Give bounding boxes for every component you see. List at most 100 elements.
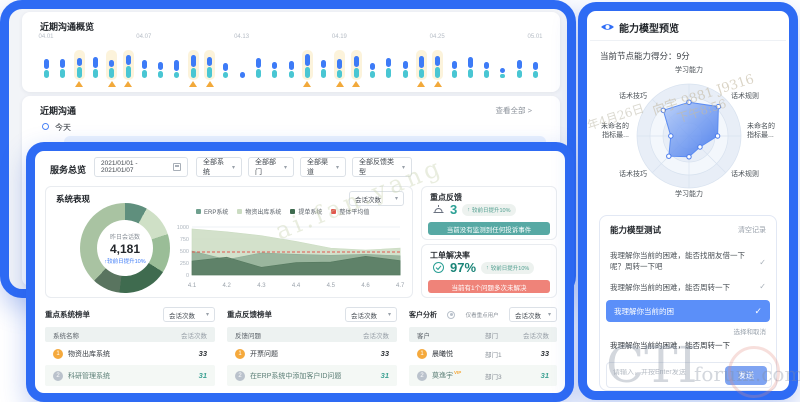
table-row[interactable]: 1 开票问题 33: [227, 343, 397, 364]
test-option[interactable]: 我理解你当前的困难，能否周转一下: [610, 282, 752, 293]
chart-legend: ERP系统 物资出库系统 提单系统 整体平均值: [196, 207, 406, 216]
chat-input-box: 发送: [606, 362, 772, 388]
customer-analysis-table: 客户分析 仅看重点用户 会话次数▾ 客户 部门 会话次数 1 晨曦悦 部门1 3…: [409, 306, 557, 386]
filter-department[interactable]: 全部部门▾: [248, 157, 294, 177]
radar-label: 话术技巧: [603, 171, 647, 180]
chat-input[interactable]: [613, 369, 721, 376]
svg-text:250: 250: [180, 261, 189, 267]
table-metric-select[interactable]: 会话次数▾: [163, 307, 215, 322]
divider: [590, 40, 786, 41]
calendar-icon: [173, 163, 181, 171]
key-users-toggle[interactable]: [447, 311, 455, 319]
system-area-chart: 025050075010004.14.24.34.44.54.64.7: [174, 221, 410, 293]
eye-icon: [600, 20, 615, 38]
service-window-frame: 服务总览 2021/01/01 - 2021/01/07 全部系统▾ 全部部门▾…: [26, 142, 574, 402]
communication-overview-card: 近期沟通概览 04.0104.0704.1304.1904.2505.01: [22, 12, 560, 92]
key-feedback-table: 重点反馈榜单 会话次数▾ 反馈问题 会话次数 1 开票问题 33 2 在ERP系…: [227, 306, 397, 386]
radar-label: 话术技巧: [603, 93, 647, 102]
overview-title: 近期沟通概览: [40, 20, 94, 33]
donut-center-delta: ↑较前日提升10%: [104, 257, 145, 265]
recent-title: 近期沟通: [40, 104, 76, 117]
legend-swatch-icon: [331, 209, 336, 214]
donut-center-value: 4,181: [110, 242, 140, 256]
svg-text:750: 750: [180, 237, 189, 243]
caret-down-icon: ▾: [388, 311, 391, 318]
ticket-resolution-value: 97%: [450, 260, 476, 275]
check-icon: ✓: [759, 258, 766, 267]
capability-title: 能力模型预览: [619, 20, 679, 35]
score-text: 当前节点能力得分：9分: [600, 50, 690, 62]
system-performance-card: 系统表现 会话次数 ▾ 昨日会话数 4,181 ↑较前日提升10% ERP系统 …: [45, 186, 413, 298]
svg-text:4.2: 4.2: [223, 283, 232, 289]
arrow-up-icon: ↑: [486, 265, 489, 271]
reply-text: 我理解你当前的困难，能否周转一下: [610, 340, 760, 351]
caret-down-icon: ▾: [402, 164, 405, 171]
communication-timeline-chart: 04.0104.0704.1304.1904.2505.01: [34, 34, 554, 88]
caret-down-icon: ▾: [284, 164, 287, 171]
caret-down-icon: ▾: [232, 164, 235, 171]
ticket-resolution-card: 工单解决率 97% ↑ 较前日提升10% 当前有1个问题多次未解决: [421, 244, 557, 298]
date-range-value: 2021/01/01 - 2021/01/07: [101, 160, 169, 174]
check-circle-icon: [432, 261, 445, 274]
rank-badge: 1: [417, 349, 427, 359]
table-row[interactable]: 2 莫逸宇VIP 部门3 31: [409, 365, 557, 386]
test-title: 能力模型测试: [610, 224, 661, 236]
svg-text:4.4: 4.4: [292, 283, 301, 289]
legend-swatch-icon: [237, 209, 242, 214]
table-row[interactable]: 2 科研管理系统 31: [45, 365, 215, 386]
svg-text:4.7: 4.7: [396, 283, 405, 289]
table-title: 重点反馈榜单: [227, 309, 272, 320]
rank-badge: 2: [53, 371, 63, 381]
action-hint: 选择和取消: [734, 326, 767, 336]
filter-feedback-type[interactable]: 全部反馈类型▾: [352, 157, 412, 177]
radar-label: 话术规则: [731, 171, 775, 180]
rank-badge: 1: [235, 349, 245, 359]
svg-text:4.6: 4.6: [361, 283, 370, 289]
table-header-row: 客户 部门 会话次数: [409, 327, 557, 342]
chevron-right-icon: >: [528, 106, 532, 115]
caret-down-icon: ▾: [336, 164, 339, 171]
key-feedback-value: 3: [450, 202, 457, 217]
test-option-selected[interactable]: 我理解你当前的困 ✓: [606, 300, 770, 322]
radar-label: 学习能力: [659, 67, 719, 76]
donut-center-label: 昨日会话数: [110, 232, 140, 241]
radar-label: 话术规则: [731, 93, 775, 102]
table-header-row: 反馈问题 会话次数: [227, 327, 397, 342]
svg-text:4.1: 4.1: [188, 283, 197, 289]
svg-text:4.3: 4.3: [257, 283, 266, 289]
date-range-picker[interactable]: 2021/01/01 - 2021/01/07: [94, 157, 188, 177]
table-row[interactable]: 2 在ERP系统中添加客户ID问题 31: [227, 365, 397, 386]
check-icon: ✓: [759, 282, 766, 291]
filter-channel[interactable]: 全部渠道▾: [300, 157, 346, 177]
table-row[interactable]: 1 晨曦悦 部门1 33: [409, 343, 557, 364]
key-feedback-card: 重点反馈 3 ↑ 较前日提升10% 当前没有监测到任何投诉事件: [421, 186, 557, 240]
radar-label: 未命名的指标最...: [747, 123, 779, 141]
ticket-resolution-banner: 当前有1个问题多次未解决: [428, 280, 550, 293]
capability-test-card: 能力模型测试 清空记录 我理解你当前的困难，能否找朋友借一下呢？周转一下吧 ✓ …: [599, 215, 777, 391]
timeline-dot-icon: [42, 123, 49, 130]
arrow-up-icon: ↑: [467, 207, 470, 213]
svg-text:4.5: 4.5: [327, 283, 336, 289]
metric-select[interactable]: 会话次数 ▾: [349, 191, 404, 206]
delta-badge: ↑ 较前日提升10%: [481, 262, 534, 274]
filter-system[interactable]: 全部系统▾: [196, 157, 242, 177]
system-donut-chart: 昨日会话数 4,181 ↑较前日提升10%: [80, 203, 170, 293]
svg-text:500: 500: [180, 249, 189, 255]
dashboard-screenshot: 近期沟通概览 04.0104.0704.1304.1904.2505.01 近期…: [0, 0, 800, 402]
view-all-link[interactable]: 查看全部 >: [496, 105, 532, 116]
toggle-label: 仅看重点用户: [466, 311, 499, 319]
table-header-row: 系统名称 会话次数: [45, 327, 215, 342]
caret-down-icon: ▾: [395, 195, 398, 202]
service-title: 服务总览: [50, 163, 86, 176]
table-metric-select[interactable]: 会话次数▾: [345, 307, 397, 322]
test-option[interactable]: 我理解你当前的困难，能否找朋友借一下呢？周转一下吧: [610, 250, 752, 273]
caret-down-icon: ▾: [548, 311, 551, 318]
svg-text:1000: 1000: [177, 225, 189, 231]
table-metric-select[interactable]: 会话次数▾: [509, 307, 557, 322]
delta-badge: ↑ 较前日提升10%: [462, 204, 515, 216]
legend-swatch-icon: [290, 209, 295, 214]
rank-badge: 2: [417, 371, 427, 381]
send-button[interactable]: 发送: [725, 366, 767, 385]
clear-records-link[interactable]: 清空记录: [738, 225, 766, 235]
table-row[interactable]: 1 物资出库系统 33: [45, 343, 215, 364]
